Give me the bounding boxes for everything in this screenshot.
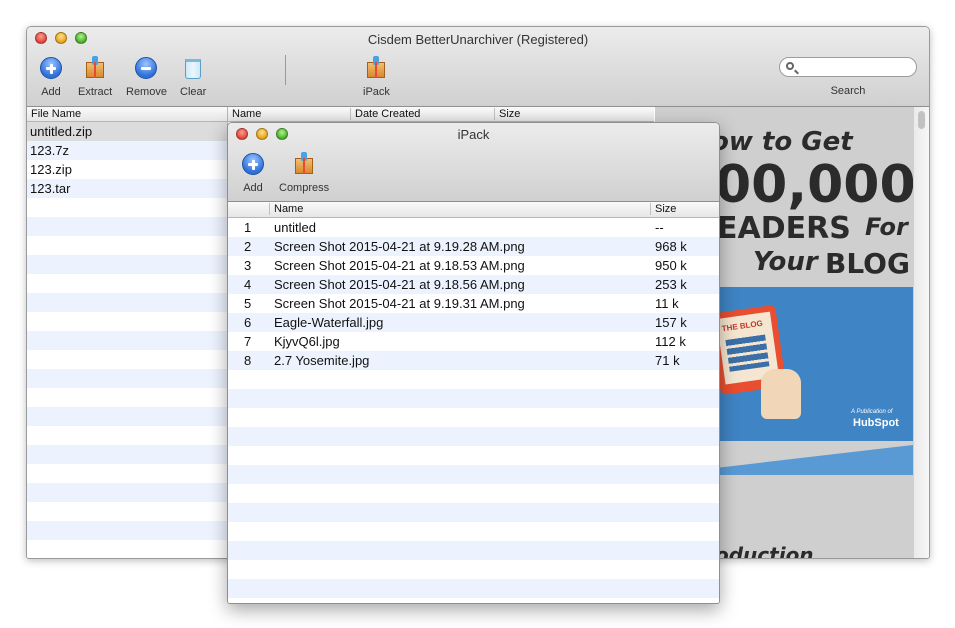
table-row[interactable]: 8 2.7 Yosemite.jpg 71 k (228, 351, 719, 370)
add-button[interactable]: Add (38, 55, 64, 98)
table-row[interactable]: 6 Eagle-Waterfall.jpg 157 k (228, 313, 719, 332)
row-index: 4 (244, 277, 252, 292)
row-index: 5 (244, 296, 252, 311)
ipack-window: iPack Add Compress Name Size 1 untitled --… (227, 122, 720, 604)
ipack-size-header[interactable]: Size (655, 203, 676, 215)
row-size: 253 k (655, 277, 687, 292)
contents-size-header[interactable]: Size (499, 108, 520, 120)
preview-text: ow to Get (711, 127, 853, 157)
file-list-item[interactable]: 123.7z (27, 141, 227, 160)
ipack-icon (367, 56, 386, 78)
add-label: Add (41, 86, 61, 98)
ipack-name-header[interactable]: Name (274, 203, 303, 215)
row-index: 2 (244, 239, 252, 254)
compress-label: Compress (279, 182, 330, 194)
file-name-header-label: File Name (31, 108, 82, 120)
window-title: Cisdem BetterUnarchiver (Registered) (367, 32, 589, 47)
hand-image (761, 369, 801, 419)
file-name-column-header[interactable]: File Name (27, 107, 227, 122)
row-size: 968 k (655, 239, 687, 254)
row-size: 11 k (655, 296, 679, 311)
table-row[interactable]: 5 Screen Shot 2015-04-21 at 9.19.31 AM.pn… (228, 294, 719, 313)
search-label: Search (830, 85, 866, 97)
row-size: 71 k (655, 353, 680, 368)
add-icon (40, 57, 62, 79)
row-name: Screen Shot 2015-04-21 at 9.19.31 AM.png (274, 296, 525, 311)
row-index: 1 (244, 220, 252, 235)
contents-column-headers: Name Date Created Size (228, 107, 654, 122)
add-icon (242, 153, 264, 175)
table-row[interactable]: 7 KjyvQ6l.jpg 112 k (228, 332, 719, 351)
row-index: 7 (244, 334, 252, 349)
search-input[interactable] (800, 60, 914, 74)
tablet-caption: THE BLOG (721, 318, 764, 334)
table-row[interactable]: 4 Screen Shot 2015-04-21 at 9.18.56 AM.pn… (228, 275, 719, 294)
file-list-item[interactable]: 123.tar (27, 179, 227, 198)
table-row[interactable]: 1 untitled -- (228, 218, 719, 237)
clear-label: Clear (180, 86, 207, 98)
preview-text: A Publication of (851, 409, 893, 415)
trash-icon (185, 59, 202, 79)
remove-icon (135, 57, 158, 79)
file-list-item[interactable]: untitled.zip (27, 122, 227, 141)
file-list-item[interactable]: 123.zip (27, 160, 227, 179)
ipack-add-label: Add (243, 182, 263, 194)
ipack-file-table[interactable]: Name Size 1 untitled -- 2 Screen Shot 2015-0… (228, 202, 719, 603)
extract-label: Extract (78, 86, 113, 98)
preview-text: 00,000 (715, 155, 913, 215)
preview-scrollbar[interactable] (913, 107, 929, 558)
toolbar-separator (285, 55, 286, 85)
ipack-label: iPack (363, 86, 390, 98)
row-size: 157 k (655, 315, 687, 330)
row-name: 2.7 Yosemite.jpg (274, 353, 370, 368)
compress-button[interactable]: Compress (279, 151, 329, 194)
table-row[interactable]: 3 Screen Shot 2015-04-21 at 9.18.53 AM.pn… (228, 256, 719, 275)
search-field[interactable] (779, 57, 917, 77)
row-name: Screen Shot 2015-04-21 at 9.19.28 AM.png (274, 239, 525, 254)
table-row[interactable]: 2 Screen Shot 2015-04-21 at 9.19.28 AM.pn… (228, 237, 719, 256)
row-name: Eagle-Waterfall.jpg (274, 315, 384, 330)
preview-text: BLOG (825, 247, 910, 280)
hubspot-logo: HubSpot (853, 417, 899, 429)
archive-file-list[interactable]: File Name untitled.zip 123.7z 123.zip 12… (27, 107, 228, 558)
contents-name-header[interactable]: Name (232, 108, 261, 120)
ipack-window-title: iPack (457, 127, 490, 142)
extract-icon (86, 56, 105, 78)
scrollbar-thumb[interactable] (918, 111, 925, 129)
row-name: KjyvQ6l.jpg (274, 334, 340, 349)
remove-button[interactable]: Remove (126, 55, 167, 98)
preview-text: oduction (715, 543, 814, 558)
remove-label: Remove (126, 86, 167, 98)
row-index: 3 (244, 258, 252, 273)
main-toolbar: Cisdem BetterUnarchiver (Registered) Add… (27, 27, 929, 107)
row-size: 112 k (655, 334, 686, 349)
row-size: 950 k (655, 258, 687, 273)
clear-button[interactable]: Clear (180, 55, 206, 98)
preview-text: Your (753, 247, 818, 277)
preview-text: For (865, 213, 908, 241)
ipack-column-headers: Name Size (228, 202, 719, 218)
ipack-toolbar: iPack Add Compress (228, 123, 719, 202)
preview-text: EADERS (717, 211, 851, 246)
row-size: -- (655, 220, 664, 235)
ipack-add-button[interactable]: Add (240, 151, 266, 194)
compress-icon (295, 152, 314, 174)
row-index: 8 (244, 353, 252, 368)
ipack-button[interactable]: iPack (363, 55, 390, 98)
contents-date-header[interactable]: Date Created (355, 108, 420, 120)
search-icon (786, 62, 794, 70)
extract-button[interactable]: Extract (78, 55, 112, 98)
row-name: untitled (274, 220, 316, 235)
row-name: Screen Shot 2015-04-21 at 9.18.53 AM.png (274, 258, 525, 273)
row-index: 6 (244, 315, 252, 330)
row-name: Screen Shot 2015-04-21 at 9.18.56 AM.png (274, 277, 525, 292)
